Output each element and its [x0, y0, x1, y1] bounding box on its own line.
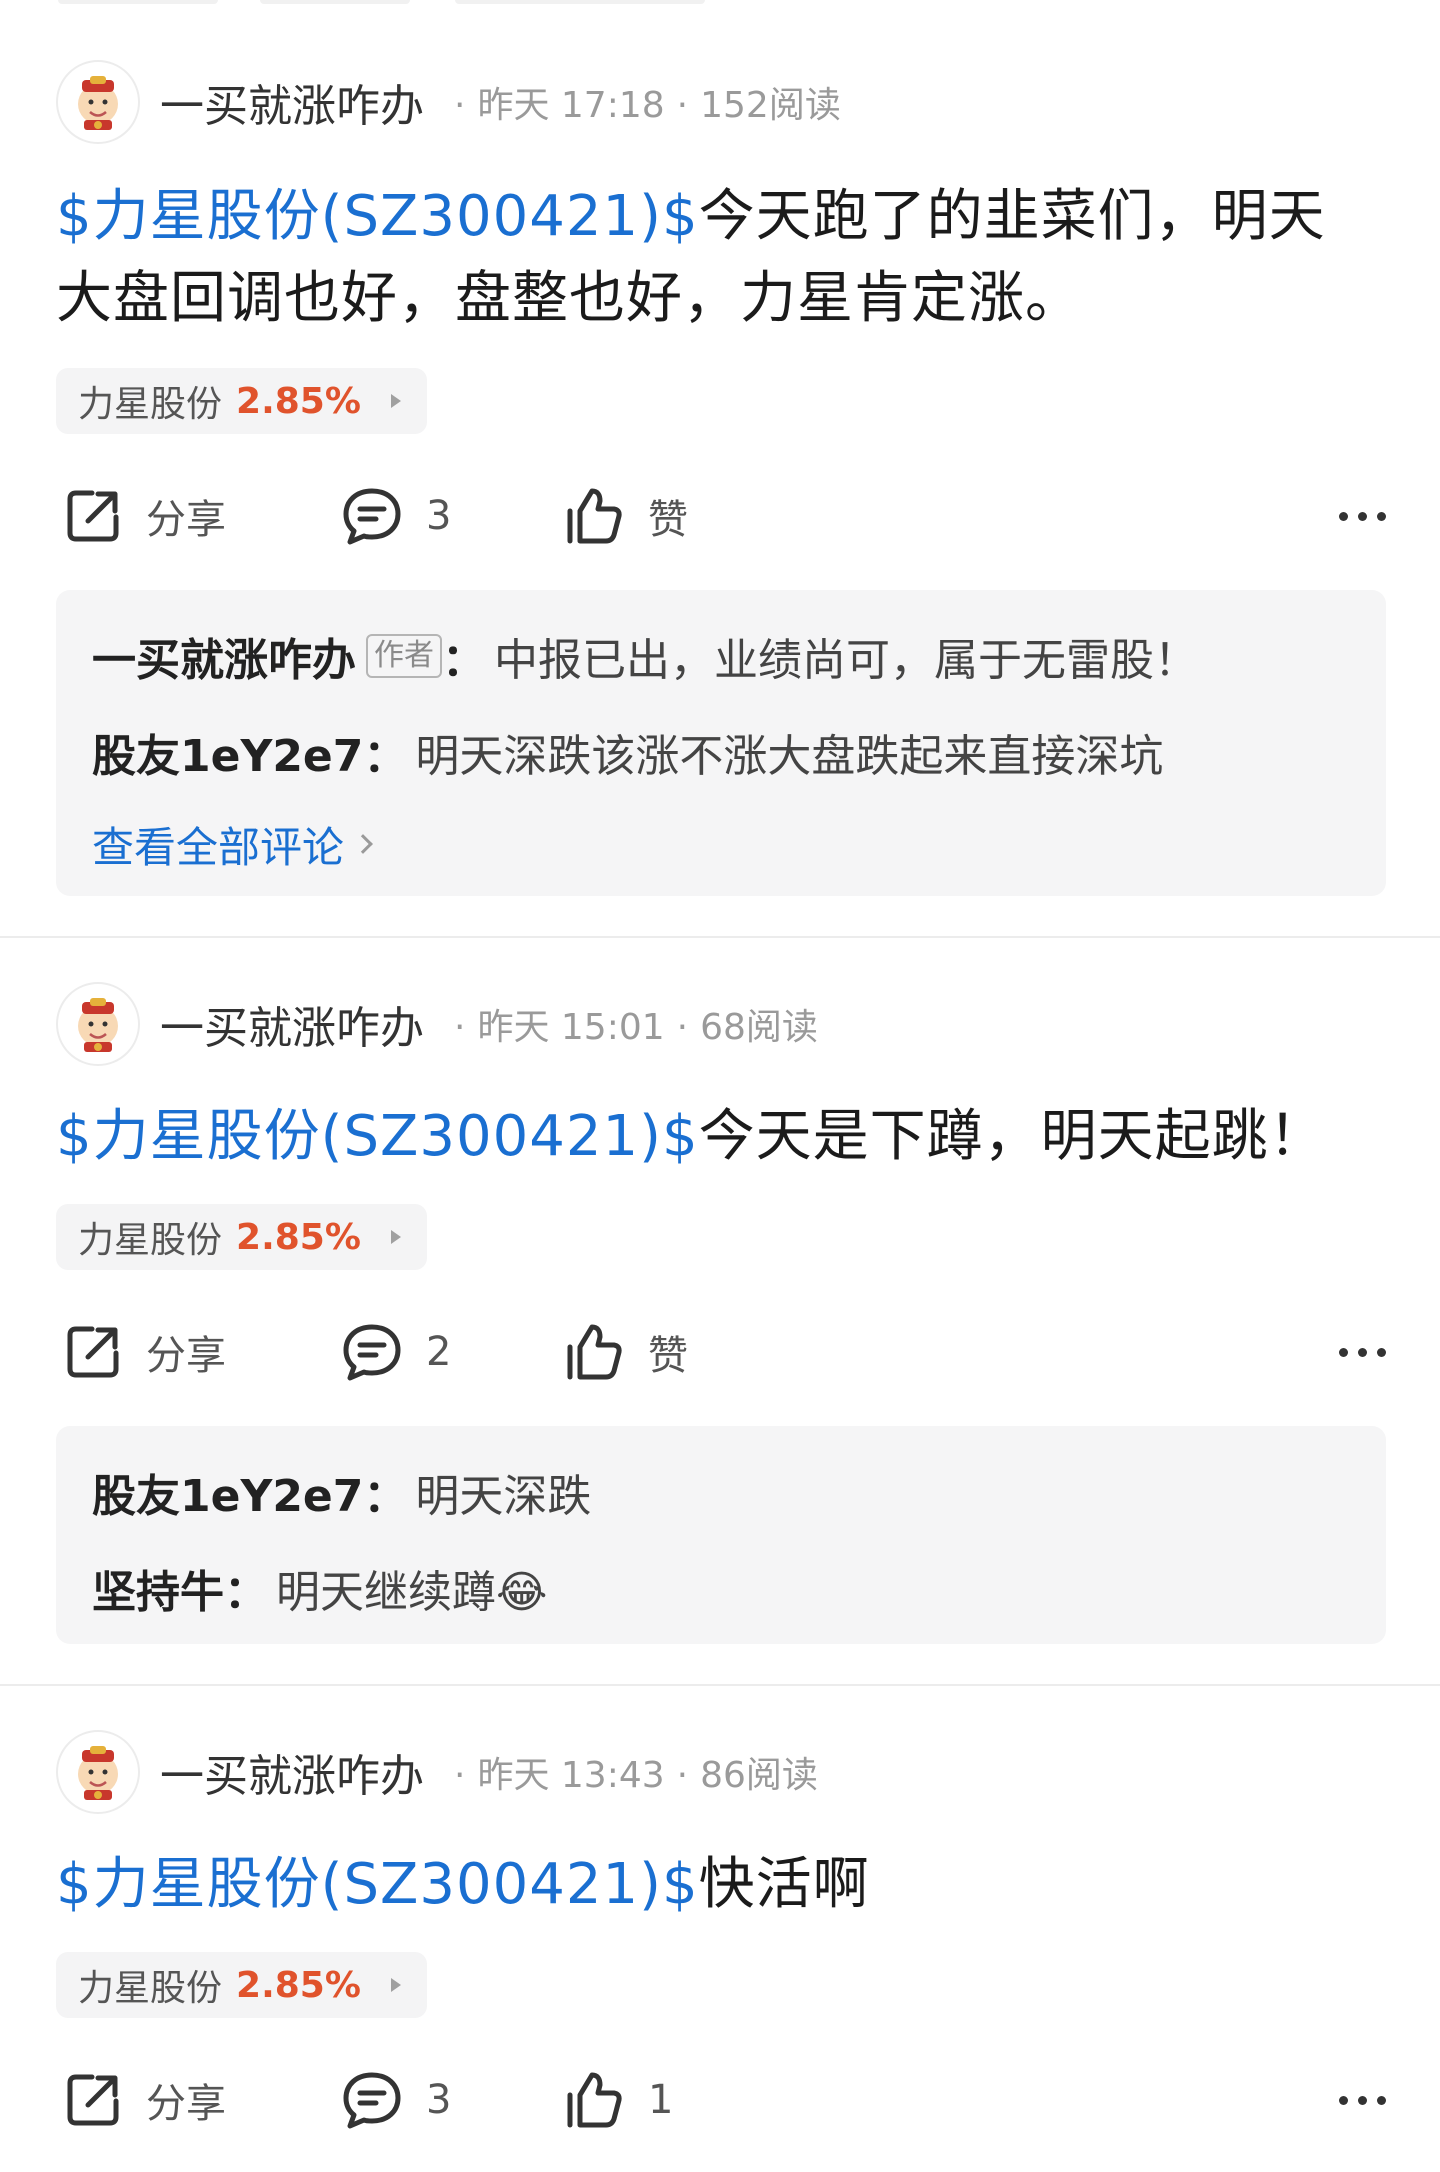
comment-count: 2	[426, 1329, 452, 1375]
stock-change: 2.85%	[236, 380, 361, 422]
post-text: 今天是下蹲，明天起跳！	[698, 1104, 1326, 1169]
share-icon	[67, 2074, 119, 2126]
post-card[interactable]: 一买就涨咋办 · 昨天 13:43 · 86阅读 $力星股份(SZ300421)$快活…	[0, 1686, 1440, 2172]
more-icon[interactable]	[1329, 2060, 1386, 2140]
avatar-icon[interactable]	[56, 982, 140, 1066]
stock-name: 力星股份	[78, 384, 223, 425]
stock-name: 力星股份	[78, 1968, 223, 2009]
action-bar: 分享 3 1	[56, 2060, 1386, 2140]
post-time: 昨天 17:18	[477, 85, 665, 126]
like-button[interactable]: 1	[562, 2060, 673, 2140]
comment-icon	[343, 488, 401, 545]
stock-change: 2.85%	[236, 1216, 361, 1258]
share-button[interactable]: 分享	[62, 2060, 226, 2140]
post-card[interactable]: 一买就涨咋办 · 昨天 15:01 · 68阅读 $力星股份(SZ300421)$今天…	[0, 938, 1440, 1686]
share-label: 分享	[146, 1333, 226, 1379]
comment-count: 3	[426, 493, 452, 539]
comment-text: 明天继续蹲😂	[276, 1567, 548, 1618]
post-meta: · 昨天 15:01 · 68阅读	[454, 1007, 818, 1048]
post-header: 一买就涨咋办 · 昨天 13:43 · 86阅读	[56, 1730, 818, 1814]
view-all-comments-link[interactable]: 查看全部评论	[92, 800, 1350, 888]
stock-quote-chip[interactable]: 力星股份 2.85%	[56, 1204, 427, 1270]
post-content[interactable]: $力星股份(SZ300421)$今天跑了的韭菜们，明天 大盘回调也好，盘整也好，…	[56, 176, 1386, 340]
stock-tag-link[interactable]: $力星股份(SZ300421)$	[56, 1852, 699, 1917]
chevron-right-icon	[353, 834, 373, 854]
post-header: 一买就涨咋办 · 昨天 15:01 · 68阅读	[56, 982, 818, 1066]
play-triangle-icon	[390, 1230, 401, 1244]
share-icon	[67, 1326, 119, 1378]
like-icon	[567, 2072, 622, 2128]
stock-change: 2.85%	[236, 1964, 361, 2006]
like-button[interactable]: 赞	[562, 476, 688, 556]
stock-quote-chip[interactable]: 力星股份 2.85%	[56, 1952, 427, 2018]
comment-text: 明天深跌该涨不涨大盘跌起来直接深坑	[415, 731, 1164, 782]
play-triangle-icon	[390, 394, 401, 408]
comment-item[interactable]: 股友1eY2e7 ： 明天深跌	[92, 1444, 1350, 1540]
share-label: 分享	[146, 2081, 226, 2127]
post-reads: 86阅读	[700, 1755, 818, 1796]
comment-count: 3	[426, 2077, 452, 2123]
avatar-icon[interactable]	[56, 1730, 140, 1814]
play-triangle-icon	[390, 1978, 401, 1992]
share-button[interactable]: 分享	[62, 476, 226, 556]
share-icon	[67, 490, 119, 542]
like-button[interactable]: 赞	[562, 1312, 688, 1392]
like-label: 赞	[648, 497, 688, 543]
stock-tag-link[interactable]: $力星股份(SZ300421)$	[56, 1104, 699, 1169]
more-icon[interactable]	[1329, 1312, 1386, 1392]
post-text: 快活啊	[698, 1852, 870, 1917]
comment-item[interactable]: 股友1eY2e7 ： 明天深跌该涨不涨大盘跌起来直接深坑	[92, 704, 1350, 800]
like-icon	[567, 488, 622, 544]
comment-button[interactable]: 3	[340, 2060, 451, 2140]
post-content[interactable]: $力星股份(SZ300421)$快活啊	[56, 1844, 1386, 1926]
author-name[interactable]: 一买就涨咋办	[160, 992, 424, 1056]
commenter-name[interactable]: 一买就涨咋办	[92, 624, 356, 688]
commenter-name[interactable]: 股友1eY2e7	[92, 720, 363, 784]
comment-item[interactable]: 坚持牛 ： 明天继续蹲😂	[92, 1540, 1350, 1636]
stock-quote-chip[interactable]: 力星股份 2.85%	[56, 368, 427, 434]
post-content[interactable]: $力星股份(SZ300421)$今天是下蹲，明天起跳！	[56, 1096, 1386, 1178]
post-text: 大盘回调也好，盘整也好，力星肯定涨。	[56, 266, 1082, 331]
comment-icon	[343, 2072, 401, 2129]
comment-icon	[343, 1324, 401, 1381]
post-time: 昨天 15:01	[477, 1007, 665, 1048]
post-reads: 68阅读	[700, 1007, 818, 1048]
comment-text: 中报已出，业绩尚可，属于无雷股！	[494, 635, 1198, 686]
post-card[interactable]: 一买就涨咋办 · 昨天 17:18 · 152阅读 $力星股份(SZ300421)$今…	[0, 0, 1440, 936]
share-button[interactable]: 分享	[62, 1312, 226, 1392]
action-bar: 分享 3 赞	[56, 476, 1386, 556]
stock-name: 力星股份	[78, 1220, 223, 1261]
post-time: 昨天 13:43	[477, 1755, 665, 1796]
comment-button[interactable]: 3	[340, 476, 451, 556]
author-name[interactable]: 一买就涨咋办	[160, 70, 424, 134]
view-all-label: 查看全部评论	[92, 822, 345, 872]
more-icon[interactable]	[1329, 476, 1386, 556]
post-meta: · 昨天 13:43 · 86阅读	[454, 1755, 818, 1796]
post-meta: · 昨天 17:18 · 152阅读	[454, 85, 841, 126]
author-name[interactable]: 一买就涨咋办	[160, 1740, 424, 1804]
comment-item[interactable]: 一买就涨咋办 作者 ： 中报已出，业绩尚可，属于无雷股！	[92, 608, 1350, 704]
share-label: 分享	[146, 497, 226, 543]
like-count: 1	[648, 2077, 674, 2123]
post-text: 今天跑了的韭菜们，明天	[698, 184, 1326, 249]
like-label: 赞	[648, 1333, 688, 1379]
post-header: 一买就涨咋办 · 昨天 17:18 · 152阅读	[56, 60, 841, 144]
comment-preview[interactable]: 股友1eY2e7 ： 明天深跌 坚持牛 ： 明天继续蹲😂	[56, 1426, 1386, 1644]
commenter-name[interactable]: 股友1eY2e7	[92, 1460, 363, 1524]
action-bar: 分享 2 赞	[56, 1312, 1386, 1392]
stock-tag-link[interactable]: $力星股份(SZ300421)$	[56, 184, 699, 249]
like-icon	[567, 1324, 622, 1380]
comment-text: 明天深跌	[415, 1471, 592, 1522]
commenter-name[interactable]: 坚持牛	[92, 1556, 224, 1620]
comment-preview[interactable]: 一买就涨咋办 作者 ： 中报已出，业绩尚可，属于无雷股！ 股友1eY2e7 ： …	[56, 590, 1386, 896]
comment-button[interactable]: 2	[340, 1312, 451, 1392]
post-reads: 152阅读	[700, 85, 841, 126]
avatar-icon[interactable]	[56, 60, 140, 144]
author-badge: 作者	[366, 634, 442, 678]
